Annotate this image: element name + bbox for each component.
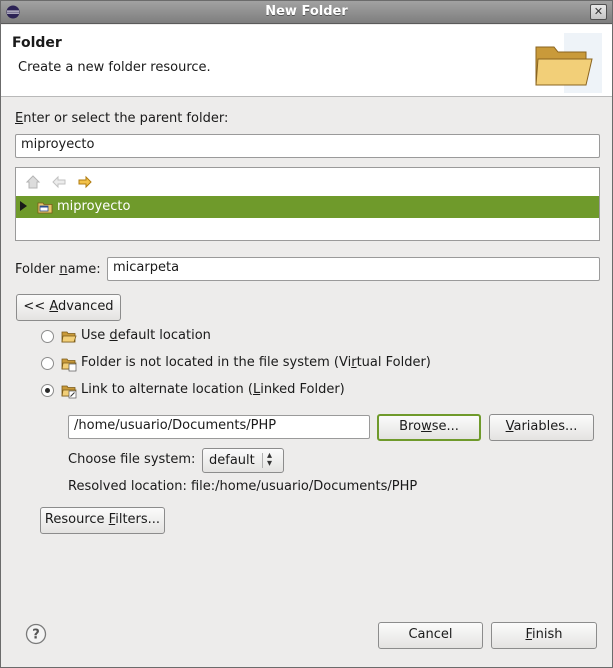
folder-wizard-icon [535, 33, 602, 93]
file-system-label: Choose file system: [68, 452, 196, 467]
use-default-location-option[interactable]: Use default location [41, 327, 341, 347]
folder-name-label: Folder name: [15, 262, 101, 277]
cancel-button[interactable]: Cancel [378, 622, 483, 649]
option-label: Use default location [81, 328, 211, 343]
advanced-button[interactable]: << Advanced [16, 294, 121, 321]
folder-tree[interactable]: miproyecto [15, 167, 600, 241]
linked-folder-option[interactable]: Link to alternate location (Linked Folde… [41, 381, 381, 401]
radio-button[interactable] [41, 330, 54, 343]
option-label: Folder is not located in the file system… [81, 355, 431, 370]
radio-button-checked[interactable] [41, 384, 54, 397]
back-arrow-icon[interactable] [50, 173, 68, 191]
finish-button[interactable]: Finish [491, 622, 597, 649]
header-title: Folder [12, 35, 62, 51]
resolved-location: Resolved location: file:/home/usuario/Do… [68, 479, 418, 494]
new-folder-dialog: New Folder ✕ Folder Create a new folder … [0, 0, 613, 668]
close-icon[interactable]: ✕ [590, 4, 607, 20]
radio-button[interactable] [41, 357, 54, 370]
link-location-input[interactable]: /home/usuario/Documents/PHP [68, 415, 370, 439]
parent-folder-label: Enter or select the parent folder: [15, 111, 229, 126]
home-icon[interactable] [24, 173, 42, 191]
dialog-header: Folder Create a new folder resource. [1, 25, 612, 97]
help-icon[interactable]: ? [25, 623, 47, 645]
resource-filters-button[interactable]: Resource Filters... [40, 507, 165, 534]
virtual-folder-icon [61, 358, 77, 372]
folder-icon [61, 331, 77, 343]
browse-button[interactable]: Browse... [377, 414, 481, 441]
project-folder-icon [37, 202, 53, 214]
virtual-folder-option[interactable]: Folder is not located in the file system… [41, 354, 461, 374]
combo-separator [262, 453, 263, 468]
up-down-arrow-icon: ▴ ▾ [267, 450, 273, 469]
folder-name-input[interactable]: micarpeta [107, 257, 600, 281]
forward-arrow-icon[interactable] [76, 173, 94, 191]
expand-arrow-icon[interactable] [20, 201, 27, 211]
file-system-select[interactable]: default ▴ ▾ [202, 448, 284, 473]
svg-text:?: ? [32, 628, 40, 643]
window-title: New Folder [265, 4, 348, 19]
file-system-value: default [209, 453, 255, 468]
parent-folder-input[interactable]: miproyecto [15, 134, 600, 158]
title-bar[interactable]: New Folder ✕ [1, 1, 612, 24]
linked-folder-icon [61, 385, 77, 399]
variables-button[interactable]: Variables... [489, 414, 594, 441]
option-label: Link to alternate location (Linked Folde… [81, 382, 345, 397]
header-description: Create a new folder resource. [18, 60, 211, 75]
tree-item-label: miproyecto [57, 199, 131, 214]
tree-item[interactable]: miproyecto [16, 196, 599, 218]
